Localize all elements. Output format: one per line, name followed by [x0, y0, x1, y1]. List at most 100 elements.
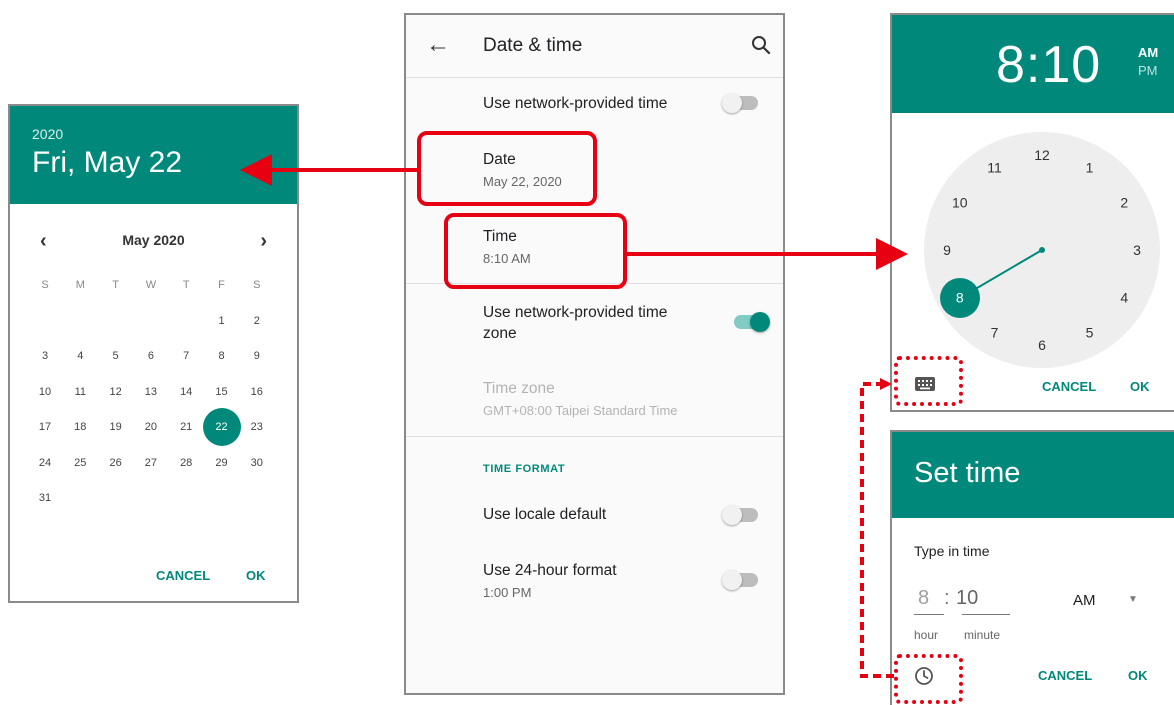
minute-label: minute	[964, 628, 1001, 642]
cancel-button[interactable]: CANCEL	[1042, 379, 1096, 394]
calendar-day[interactable]: 27	[134, 446, 168, 480]
locale-default-toggle[interactable]	[722, 505, 758, 525]
calendar-day[interactable]: 31	[28, 481, 62, 515]
calendar-day[interactable]: 2	[240, 304, 274, 338]
date-picker-header: 2020 Fri, May 22	[10, 106, 297, 204]
cancel-button[interactable]: CANCEL	[156, 568, 210, 583]
minute-underline	[962, 614, 1010, 615]
ok-button[interactable]: OK	[246, 568, 266, 583]
caret-down-icon: ▼	[1128, 594, 1138, 605]
network-zone-label-line1: Use network-provided time	[483, 304, 668, 321]
clock-time-picker-dialog: 8:10 AM PM 12 1 2 3 4 5 6 7 8 9 10 11 CANCEL OK	[890, 13, 1174, 412]
keyboard-icon[interactable]	[914, 376, 936, 392]
calendar-day[interactable]: 28	[169, 446, 203, 480]
calendar-day[interactable]: 15	[205, 375, 239, 409]
section-header-time-format: TIME FORMAT	[483, 463, 566, 475]
network-zone-label-line2: zone	[483, 325, 517, 342]
calendar-day[interactable]: 25	[63, 446, 97, 480]
weekday-header: M	[75, 279, 85, 291]
type-in-time-label: Type in time	[914, 543, 990, 559]
divider	[406, 436, 783, 437]
selected-date[interactable]: Fri, May 22	[32, 146, 182, 180]
clock-icon[interactable]	[914, 666, 934, 686]
time-zone-title: Time zone	[483, 380, 555, 397]
clock-hour-3[interactable]: 3	[1133, 242, 1141, 258]
clock-picker-header: 8:10 AM PM	[892, 15, 1174, 113]
clock-hour-5[interactable]: 5	[1086, 324, 1094, 340]
hour24-toggle[interactable]	[722, 570, 758, 590]
ampm-value: AM	[1073, 592, 1096, 609]
calendar-day[interactable]: 19	[99, 410, 133, 444]
network-time-toggle[interactable]	[722, 93, 758, 113]
network-time-label: Use network-provided time	[483, 95, 668, 112]
calendar-day[interactable]: 29	[205, 446, 239, 480]
selected-year[interactable]: 2020	[32, 126, 63, 142]
weekday-header: T	[112, 279, 119, 291]
calendar-day[interactable]: 8	[205, 339, 239, 373]
calendar-day[interactable]: 14	[169, 375, 203, 409]
clock-hour-1[interactable]: 1	[1086, 160, 1094, 176]
clock-hour-11[interactable]: 11	[987, 160, 1002, 176]
clock-hour-8[interactable]: 8	[956, 290, 964, 306]
page-title: Date & time	[483, 35, 583, 56]
calendar-day[interactable]: 17	[28, 410, 62, 444]
calendar-day[interactable]: 23	[240, 410, 274, 444]
calendar-day[interactable]: 7	[169, 339, 203, 373]
time-zone-value: GMT+08:00 Taipei Standard Time	[483, 403, 678, 418]
calendar-day[interactable]: 30	[240, 446, 274, 480]
network-zone-toggle[interactable]	[734, 312, 770, 332]
hour24-label: Use 24-hour format	[483, 562, 617, 579]
hour24-example: 1:00 PM	[483, 585, 532, 600]
calendar-day[interactable]: 24	[28, 446, 62, 480]
calendar-day[interactable]: 20	[134, 410, 168, 444]
minute-input[interactable]: 10	[956, 587, 978, 610]
clock-hour-4[interactable]: 4	[1120, 290, 1128, 306]
month-label: May 2020	[122, 232, 185, 248]
month-navigation: ‹ May 2020 ›	[10, 226, 297, 256]
set-time-dialog: Set time Type in time 8 : 10 hour minute…	[890, 430, 1174, 705]
calendar-day[interactable]: 10	[28, 375, 62, 409]
calendar-day[interactable]: 18	[63, 410, 97, 444]
cancel-button[interactable]: CANCEL	[1038, 668, 1092, 683]
calendar-day[interactable]: 11	[63, 375, 97, 409]
hour-input[interactable]: 8	[918, 587, 929, 610]
date-setting-value: May 22, 2020	[483, 174, 562, 189]
calendar-day[interactable]: 16	[240, 375, 274, 409]
calendar-day[interactable]: 1	[205, 304, 239, 338]
time-separator: :	[944, 587, 950, 609]
calendar-day[interactable]: 4	[63, 339, 97, 373]
clock-hour-9[interactable]: 9	[943, 242, 951, 258]
hour-underline	[914, 614, 944, 615]
calendar-day[interactable]: 9	[240, 339, 274, 373]
clock-hour-10[interactable]: 10	[952, 195, 968, 211]
calendar-day[interactable]: 22	[202, 408, 241, 446]
date-time-settings-screen: ← Date & time Use network-provided time …	[404, 13, 785, 695]
arrow-back-icon[interactable]: ←	[426, 31, 450, 59]
calendar-day[interactable]: 26	[99, 446, 133, 480]
clock-face[interactable]: 121234567891011	[924, 132, 1160, 368]
weekday-header: W	[145, 279, 157, 291]
clock-hour-6[interactable]: 6	[1038, 337, 1046, 353]
calendar-day[interactable]: 21	[169, 410, 203, 444]
time-setting-value: 8:10 AM	[483, 251, 531, 266]
calendar-day[interactable]: 6	[134, 339, 168, 373]
clock-hour-7[interactable]: 7	[991, 324, 999, 340]
am-toggle[interactable]: AM	[1138, 45, 1158, 60]
clock-hour-2[interactable]: 2	[1120, 195, 1128, 211]
weekday-header: F	[218, 279, 225, 291]
clock-hour-12[interactable]: 12	[1034, 147, 1050, 163]
search-icon[interactable]	[750, 34, 772, 56]
calendar-day[interactable]: 3	[28, 339, 62, 373]
weekday-header: T	[182, 279, 190, 291]
clock-time-display[interactable]: 8:10	[996, 35, 1101, 95]
ok-button[interactable]: OK	[1128, 668, 1148, 683]
calendar-day[interactable]: 5	[99, 339, 133, 373]
dialog-title: Set time	[914, 457, 1021, 489]
calendar-day[interactable]: 12	[99, 375, 133, 409]
set-time-header: Set time	[892, 432, 1174, 518]
date-picker-dialog: 2020 Fri, May 22 ‹ May 2020 › SMTWTFS123…	[8, 104, 299, 603]
ok-button[interactable]: OK	[1130, 379, 1150, 394]
pm-toggle[interactable]: PM	[1138, 63, 1158, 78]
chevron-right-icon[interactable]: ›	[260, 230, 267, 253]
calendar-day[interactable]: 13	[134, 375, 168, 409]
